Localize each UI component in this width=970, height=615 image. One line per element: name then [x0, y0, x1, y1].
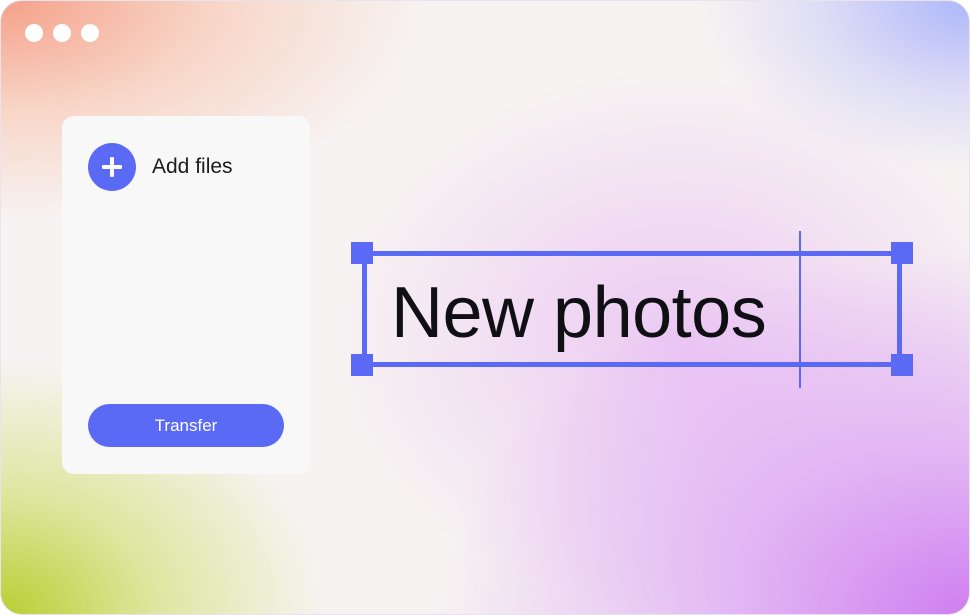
add-files-button[interactable]: Add files: [88, 143, 233, 191]
upload-panel: Add files Transfer: [62, 116, 310, 474]
transfer-button[interactable]: Transfer: [88, 404, 284, 447]
app-window: Add files Transfer New photos: [0, 0, 970, 615]
headline-text[interactable]: New photos: [391, 272, 767, 354]
resize-handle-bottom-right[interactable]: [891, 354, 913, 376]
resize-handle-top-left[interactable]: [351, 242, 373, 264]
window-minimize-dot[interactable]: [53, 24, 71, 42]
resize-handle-top-right[interactable]: [891, 242, 913, 264]
add-files-label: Add files: [152, 155, 233, 178]
plus-icon: [88, 143, 136, 191]
window-maximize-dot[interactable]: [81, 24, 99, 42]
window-controls: [25, 24, 99, 42]
text-cursor: [799, 231, 801, 388]
resize-handle-bottom-left[interactable]: [351, 354, 373, 376]
text-selection-box[interactable]: New photos: [351, 242, 913, 376]
window-close-dot[interactable]: [25, 24, 43, 42]
